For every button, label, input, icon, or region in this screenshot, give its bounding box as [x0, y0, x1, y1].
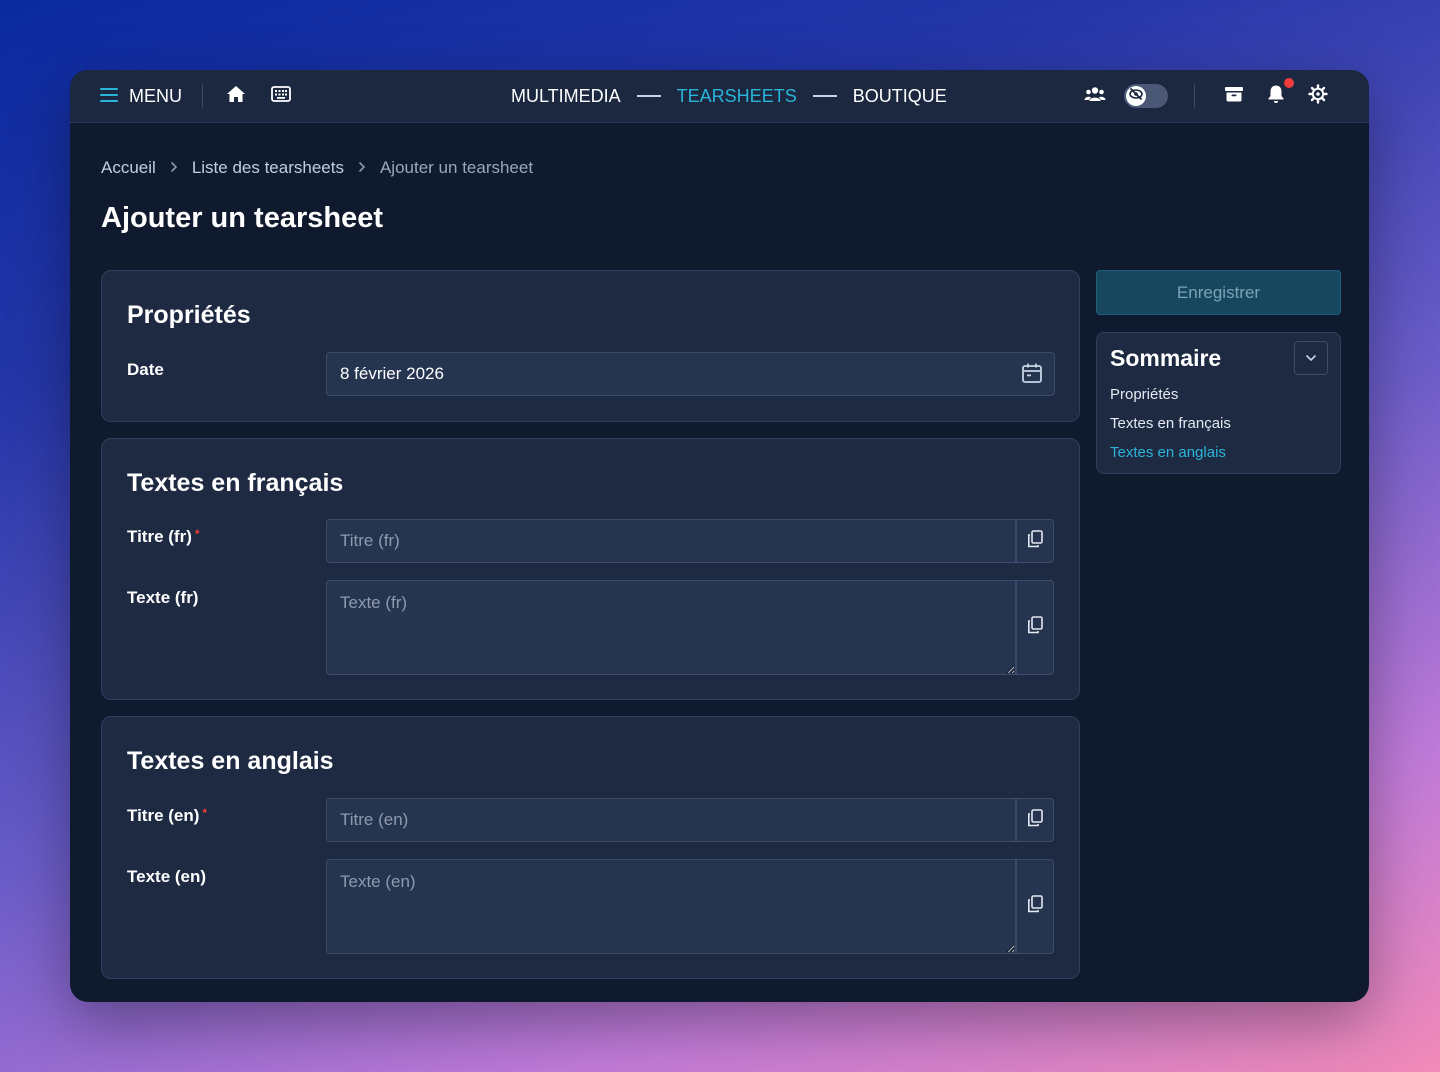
french-texts-card: Textes en français Titre (fr)* Texte (fr… — [101, 438, 1080, 700]
nav-separator — [812, 95, 837, 97]
copy-icon — [1027, 895, 1043, 918]
date-field-wrapper — [326, 352, 1055, 396]
breadcrumb-link-home[interactable]: Accueil — [101, 158, 156, 178]
copy-icon — [1027, 529, 1043, 553]
title-fr-label-text: Titre (fr) — [127, 527, 192, 546]
summary-item-french[interactable]: Textes en français — [1110, 414, 1231, 443]
chevron-down-icon — [1305, 349, 1317, 367]
nav-link-boutique[interactable]: BOUTIQUE — [853, 86, 947, 107]
properties-heading: Propriétés — [127, 301, 251, 329]
date-label: Date — [127, 360, 164, 379]
nav-link-tearsheets[interactable]: TEARSHEETS — [677, 86, 797, 107]
summary-item-english[interactable]: Textes en anglais — [1110, 443, 1231, 472]
required-marker: * — [194, 527, 200, 541]
home-icon — [226, 85, 246, 108]
archive-icon — [1224, 85, 1244, 108]
summary-item-properties[interactable]: Propriétés — [1110, 385, 1231, 414]
text-fr-textarea[interactable] — [326, 580, 1016, 675]
copy-text-en-button[interactable] — [1016, 859, 1054, 954]
copy-icon — [1027, 616, 1043, 639]
nav-link-multimedia[interactable]: MULTIMEDIA — [511, 86, 621, 107]
app-window: MENU MULTIMEDIA TEARSHEETS BOUTIQUE Accu… — [70, 70, 1369, 1002]
page-title: Ajouter un tearsheet — [101, 202, 383, 234]
title-en-label-text: Titre (en) — [127, 806, 200, 825]
hamburger-icon — [100, 86, 118, 107]
notification-badge — [1283, 77, 1295, 89]
users-icon — [1084, 86, 1106, 107]
nav-separator — [636, 95, 661, 97]
keyboard-icon — [271, 85, 291, 107]
breadcrumb: Accueil Liste des tearsheets Ajouter un … — [101, 158, 533, 178]
menu-label: MENU — [129, 85, 182, 106]
title-fr-label: Titre (fr) * — [127, 527, 200, 547]
english-heading: Textes en anglais — [127, 747, 334, 775]
summary-panel: Sommaire Propriétés Textes en français T… — [1096, 332, 1341, 474]
copy-icon — [1027, 808, 1043, 832]
required-marker: * — [202, 806, 208, 820]
properties-card: Propriétés Date — [101, 270, 1080, 422]
date-input[interactable] — [326, 352, 1055, 396]
users-button[interactable] — [1082, 83, 1108, 109]
breadcrumb-link-list[interactable]: Liste des tearsheets — [192, 158, 344, 178]
bell-icon — [1267, 84, 1285, 109]
save-button[interactable]: Enregistrer — [1096, 270, 1341, 315]
top-navbar: MENU MULTIMEDIA TEARSHEETS BOUTIQUE — [70, 70, 1369, 123]
summary-heading: Sommaire — [1110, 345, 1222, 371]
title-en-label: Titre (en) * — [127, 806, 207, 826]
toggle-knob — [1126, 86, 1146, 106]
home-button[interactable] — [223, 83, 249, 109]
text-fr-label: Texte (fr) — [127, 588, 199, 607]
text-en-label: Texte (en) — [127, 867, 207, 886]
main-nav: MULTIMEDIA TEARSHEETS BOUTIQUE — [511, 70, 947, 122]
archive-button[interactable] — [1221, 83, 1247, 109]
notifications-button[interactable] — [1263, 77, 1295, 109]
summary-list: Propriétés Textes en français Textes en … — [1110, 385, 1231, 472]
chevron-right-icon — [170, 160, 178, 176]
summary-collapse-button[interactable] — [1294, 341, 1328, 375]
calendar-icon[interactable] — [1021, 362, 1043, 389]
copy-text-fr-button[interactable] — [1016, 580, 1054, 675]
keyboard-button[interactable] — [268, 83, 294, 109]
french-heading: Textes en français — [127, 469, 344, 497]
menu-button[interactable]: MENU — [100, 86, 182, 107]
copy-title-fr-button[interactable] — [1016, 519, 1054, 563]
gear-icon — [1308, 83, 1328, 109]
english-texts-card: Textes en anglais Titre (en)* Texte (en) — [101, 716, 1080, 979]
chevron-right-icon — [358, 160, 366, 176]
title-fr-input[interactable] — [326, 519, 1016, 563]
visibility-toggle[interactable] — [1124, 84, 1168, 108]
eye-slash-icon — [1128, 86, 1144, 107]
text-en-textarea[interactable] — [326, 859, 1016, 954]
breadcrumb-current: Ajouter un tearsheet — [379, 158, 534, 177]
title-en-input[interactable] — [326, 798, 1016, 842]
copy-title-en-button[interactable] — [1016, 798, 1054, 842]
settings-button[interactable] — [1305, 83, 1331, 109]
divider — [1194, 84, 1195, 108]
divider — [202, 84, 203, 108]
